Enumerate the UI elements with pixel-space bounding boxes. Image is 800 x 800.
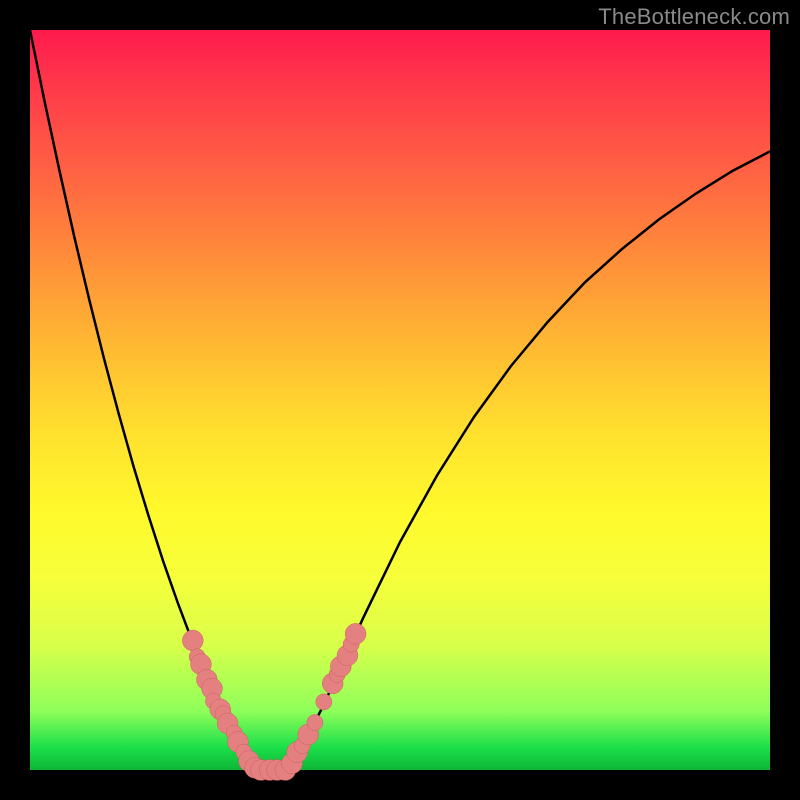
data-markers [182, 623, 366, 780]
chart-overlay [30, 30, 770, 770]
bottleneck-curve [30, 30, 770, 770]
data-marker [316, 694, 332, 710]
data-marker [182, 630, 203, 651]
data-marker [345, 623, 366, 644]
chart-stage: TheBottleneck.com [0, 0, 800, 800]
data-marker [307, 715, 323, 731]
watermark-text: TheBottleneck.com [598, 4, 790, 30]
